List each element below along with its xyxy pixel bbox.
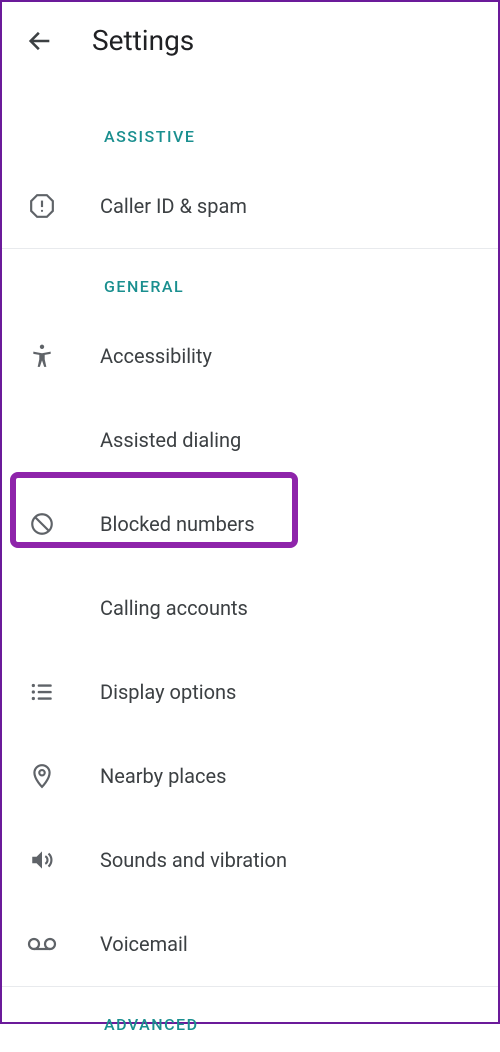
item-label: Voicemail (100, 932, 188, 956)
header-bar: Settings (2, 2, 498, 79)
no-icon (26, 424, 58, 456)
item-label: Accessibility (100, 344, 212, 368)
voicemail-icon (26, 928, 58, 960)
list-icon (26, 676, 58, 708)
warning-octagon-icon (26, 190, 58, 222)
item-assisted-dialing[interactable]: Assisted dialing (2, 398, 498, 482)
back-button[interactable] (24, 25, 56, 57)
section-header-general: GENERAL (2, 249, 498, 314)
arrow-left-icon (26, 27, 54, 55)
item-sounds-vibration[interactable]: Sounds and vibration (2, 818, 498, 902)
no-icon (26, 592, 58, 624)
item-label: Calling accounts (100, 596, 248, 620)
item-label: Blocked numbers (100, 512, 255, 536)
item-display-options[interactable]: Display options (2, 650, 498, 734)
item-calling-accounts[interactable]: Calling accounts (2, 566, 498, 650)
speaker-icon (26, 844, 58, 876)
item-label: Nearby places (100, 764, 226, 788)
page-title: Settings (92, 24, 194, 57)
location-pin-icon (26, 760, 58, 792)
accessibility-icon (26, 340, 58, 372)
item-label: Assisted dialing (100, 428, 241, 452)
item-label: Display options (100, 680, 236, 704)
item-blocked-numbers[interactable]: Blocked numbers (2, 482, 498, 566)
item-nearby-places[interactable]: Nearby places (2, 734, 498, 818)
item-accessibility[interactable]: Accessibility (2, 314, 498, 398)
item-label: Caller ID & spam (100, 194, 247, 218)
item-label: Sounds and vibration (100, 848, 287, 872)
item-caller-id-spam[interactable]: Caller ID & spam (2, 164, 498, 248)
block-icon (26, 508, 58, 540)
item-voicemail[interactable]: Voicemail (2, 902, 498, 986)
section-header-advanced: ADVANCED (2, 987, 498, 1052)
section-header-assistive: ASSISTIVE (2, 79, 498, 164)
